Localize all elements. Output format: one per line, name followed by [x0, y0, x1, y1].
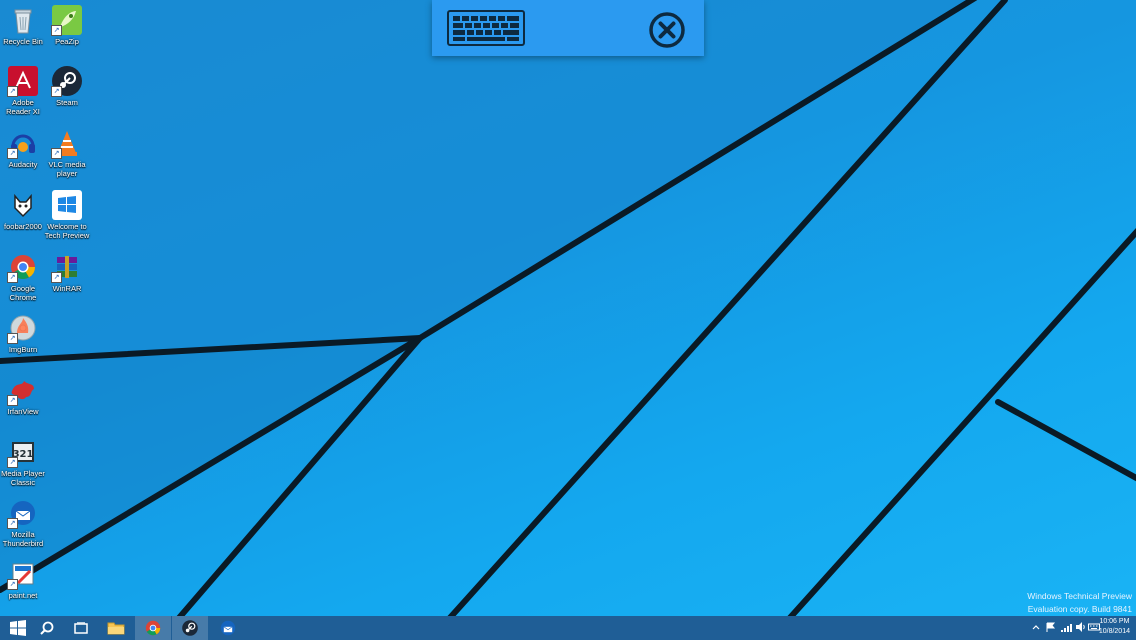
paintnet-icon: ↗ [7, 559, 38, 590]
shortcut-arrow-icon: ↗ [7, 457, 18, 468]
foobar2000-icon [8, 190, 38, 220]
desktop-icon-label: Media Player Classic [1, 469, 45, 487]
desktop-icon-label: PeaZip [55, 37, 79, 46]
desktop-icon-welcome-tech-preview[interactable]: Welcome to Tech Preview [44, 190, 90, 240]
desktop-icon-label: Recycle Bin [3, 37, 43, 46]
adobe-reader-icon: ↗ [7, 66, 38, 97]
desktop-icon-peazip[interactable]: ↗ PeaZip [44, 5, 90, 46]
desktop-icon-audacity[interactable]: ↗ Audacity [0, 128, 46, 169]
search-icon [40, 621, 54, 635]
windows-welcome-icon [52, 190, 82, 220]
clock-time: 10:06 PM [1099, 618, 1130, 625]
desktop-icon-label: Google Chrome [9, 284, 37, 302]
steam-icon [182, 620, 198, 636]
evaluation-watermark: Windows Technical Preview Evaluation cop… [1027, 590, 1132, 615]
imgburn-icon: ↗ [7, 313, 38, 344]
task-view-icon [74, 622, 88, 634]
chevron-up-icon[interactable] [1032, 620, 1040, 634]
desktop-icon-label: Adobe Reader XI [6, 98, 40, 116]
chrome-icon: ↗ [7, 252, 38, 283]
desktop-icon-imgburn[interactable]: ↗ ImgBurn [0, 313, 46, 354]
desktop-icon-vlc[interactable]: ↗ VLC media player [44, 128, 90, 178]
taskbar [0, 616, 1136, 640]
keyboard-icon[interactable] [447, 10, 525, 46]
network-icon[interactable] [1060, 620, 1072, 634]
shortcut-arrow-icon: ↗ [7, 333, 18, 344]
desktop-icon-label: ImgBurn [8, 345, 38, 354]
desktop-icon-recycle-bin[interactable]: Recycle Bin [0, 5, 46, 46]
desktop-icon-label: Mozilla Thunderbird [2, 530, 44, 548]
close-circle-icon[interactable] [649, 12, 685, 48]
desktop-icon-label: paint.net [8, 591, 38, 600]
media-player-classic-icon: 321 ↗ [7, 437, 38, 468]
search-button[interactable] [29, 616, 65, 640]
task-view-button[interactable] [63, 616, 99, 640]
desktop-icon-paintnet[interactable]: ↗ paint.net [0, 559, 46, 600]
recycle-bin-icon [8, 5, 38, 35]
desktop-icon-google-chrome[interactable]: ↗ Google Chrome [0, 252, 46, 302]
desktop-icon-label: Steam [56, 98, 78, 107]
file-explorer-button[interactable] [98, 616, 134, 640]
taskbar-thunderbird-button[interactable] [210, 616, 246, 640]
flag-icon[interactable] [1046, 620, 1056, 634]
desktop-icon-adobe-reader[interactable]: ↗ Adobe Reader XI [0, 66, 46, 116]
shortcut-arrow-icon: ↗ [7, 148, 18, 159]
volume-icon[interactable] [1075, 620, 1086, 634]
desktop-icon-label: VLC media player [48, 160, 86, 178]
thunderbird-icon: ↗ [7, 498, 38, 529]
shortcut-arrow-icon: ↗ [7, 395, 18, 406]
desktop-icon-winrar[interactable]: ↗ WinRAR [44, 252, 90, 293]
shortcut-arrow-icon: ↗ [7, 518, 18, 529]
peazip-icon: ↗ [51, 5, 82, 36]
file-explorer-icon [107, 622, 125, 635]
shortcut-arrow-icon: ↗ [51, 25, 62, 36]
chrome-icon [145, 620, 161, 636]
shortcut-arrow-icon: ↗ [51, 86, 62, 97]
shortcut-arrow-icon: ↗ [7, 272, 18, 283]
desktop-icon-irfanview[interactable]: ↗ IrfanView [0, 375, 46, 416]
desktop-wallpaper [0, 0, 1136, 640]
desktop-icon-label: IrfanView [7, 407, 39, 416]
irfanview-icon: ↗ [7, 375, 38, 406]
vlc-icon: ↗ [51, 128, 82, 159]
steam-icon: ↗ [51, 66, 82, 97]
clock-date: 10/8/2014 [1098, 628, 1130, 635]
desktop-icon-label: WinRAR [52, 284, 82, 293]
winrar-icon: ↗ [51, 252, 82, 283]
desktop-icon-thunderbird[interactable]: ↗ Mozilla Thunderbird [0, 498, 46, 548]
desktop-icon-label: Audacity [8, 160, 38, 169]
watermark-line-1: Windows Technical Preview [1027, 591, 1132, 601]
desktop-icon-media-player-classic[interactable]: 321 ↗ Media Player Classic [0, 437, 46, 487]
desktop-icon-steam[interactable]: ↗ Steam [44, 66, 90, 107]
shortcut-arrow-icon: ↗ [51, 272, 62, 283]
shortcut-arrow-icon: ↗ [7, 86, 18, 97]
taskbar-steam-button[interactable] [172, 616, 208, 640]
watermark-line-2: Evaluation copy. Build 9841 [1027, 603, 1132, 614]
desktop-icon-label: foobar2000 [4, 222, 42, 231]
thunderbird-icon [220, 620, 236, 636]
audacity-icon: ↗ [7, 128, 38, 159]
desktop-icon-label: Welcome to Tech Preview [44, 222, 90, 240]
touch-keyboard-bar [432, 0, 704, 56]
system-clock[interactable]: 10:06 PM 10/8/2014 [1099, 617, 1130, 637]
taskbar-chrome-button[interactable] [135, 616, 171, 640]
shortcut-arrow-icon: ↗ [7, 579, 18, 590]
desktop-icon-foobar2000[interactable]: foobar2000 [0, 190, 46, 231]
shortcut-arrow-icon: ↗ [51, 148, 62, 159]
start-icon [10, 620, 26, 636]
